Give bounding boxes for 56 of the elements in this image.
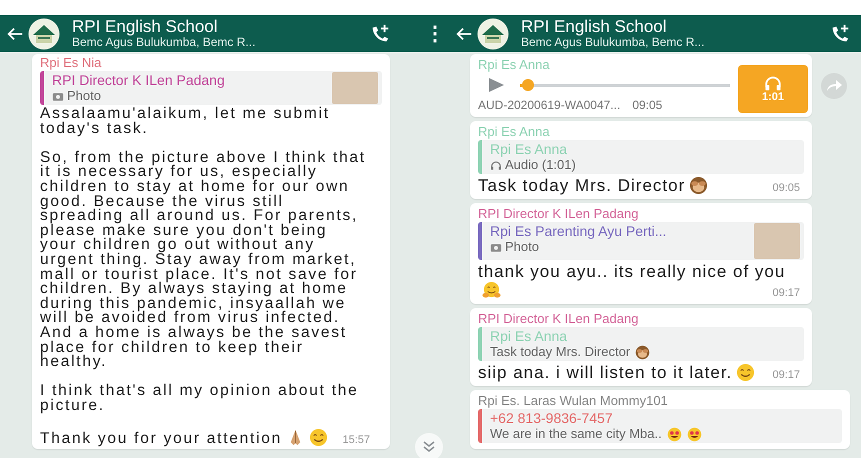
message-time: 09:05 — [632, 98, 662, 112]
smiling-face-icon — [736, 363, 756, 382]
message-text: thank you ayu.. its really nice of you — [478, 262, 786, 281]
quoted-sender: +62 813-9836-7457 — [490, 410, 614, 426]
audio-duration: 1:01 — [762, 90, 784, 102]
message-text: siip ana. i will listen to it later. — [478, 363, 732, 382]
sender-name: Rpi Es. Laras Wulan Mommy101 — [478, 393, 669, 408]
quoted-text: Photo — [67, 88, 101, 104]
group-avatar-icon[interactable] — [477, 18, 509, 50]
audio-file-name: AUD-20200619-WA0047... — [478, 98, 620, 112]
camera-icon — [52, 90, 64, 102]
quoted-text: Photo — [505, 239, 539, 255]
heart-eyes-face-icon — [686, 426, 702, 442]
sender-name: RPI Director K ILen Padang — [478, 206, 640, 221]
sender-name: Rpi Es Anna — [478, 57, 551, 72]
quoted-sender: Rpi Es Anna — [490, 328, 568, 344]
audio-slider-thumb[interactable] — [522, 79, 534, 91]
message-time: 15:57 — [342, 434, 370, 446]
quoted-sender: Rpi Es Parenting Ayu Perti... — [490, 223, 666, 239]
headphones-icon — [490, 160, 502, 170]
chat-title: RPI English School — [521, 18, 668, 36]
message-text: Assalaamu'alaikum, let me submit today's task. — [40, 105, 330, 137]
quoted-text: Audio (1:01) — [505, 157, 576, 173]
sender-name: Rpi Es Nia — [40, 55, 102, 70]
group-avatar-icon[interactable] — [28, 18, 60, 50]
message-text: So, from the picture above I think that it is necessary for us, especially children to stay at home for our own good. Because the virus still spreading all around us. For parents, please make sure you don't being your children go out without any urgent thing. Stay away from market, mall or tourist place. It's not save for children. By always staying at home during this pandemic, insyaallah we will be avoided from virus infected. And a home is always be the savest place for children to keep their healthy. — [40, 148, 366, 370]
sender-name: RPI Director K ILen Padang — [478, 311, 640, 326]
quoted-sender: Rpi Es Anna — [490, 141, 568, 157]
heart-eyes-face-icon — [666, 426, 682, 442]
message-time: 09:17 — [772, 369, 800, 381]
chat-members: Bemc Agus Bulukumba, Bemc R... — [72, 36, 256, 50]
sender-name: Rpi Es Anna — [478, 124, 551, 139]
quoted-text: Task today Mrs. Director — [490, 344, 630, 360]
quoted-text: We are in the same city Mba.. — [490, 426, 662, 442]
quoted-message[interactable]: RPI Director K ILen Padang Photo — [40, 71, 382, 105]
scroll-down-icon[interactable] — [414, 432, 444, 458]
hugging-face-icon — [482, 281, 501, 300]
message-text: I think that's all my opinion about the picture. — [40, 382, 358, 414]
chat-title: RPI English School — [72, 18, 219, 36]
play-icon[interactable] — [486, 75, 506, 95]
menu-button[interactable]: ⋮ — [425, 21, 435, 46]
message-time: 09:05 — [772, 182, 800, 194]
quoted-sender: RPI Director K ILen Padang — [52, 72, 225, 88]
quoted-message[interactable]: +62 813-9836-7457 We are in the same city Mba.. — [478, 409, 842, 443]
monkey-face-icon — [635, 344, 650, 360]
message-text: Task today Mrs. Director — [478, 176, 686, 195]
camera-icon — [490, 242, 502, 252]
headphones-icon — [764, 76, 782, 90]
quoted-message[interactable]: Rpi Es Parenting Ayu Perti... Photo — [478, 222, 804, 260]
quoted-message[interactable]: Rpi Es Anna Task today Mrs. Director — [478, 327, 804, 361]
smiling-face-icon — [309, 428, 328, 448]
message-time: 09:17 — [772, 287, 800, 299]
quoted-message[interactable]: Rpi Es Anna Audio (1:01) — [478, 140, 804, 174]
message-text: Thank you for your attention — [40, 430, 282, 448]
monkey-face-icon — [689, 176, 708, 195]
chat-members: Bemc Agus Bulukumba, Bemc R... — [521, 36, 706, 50]
